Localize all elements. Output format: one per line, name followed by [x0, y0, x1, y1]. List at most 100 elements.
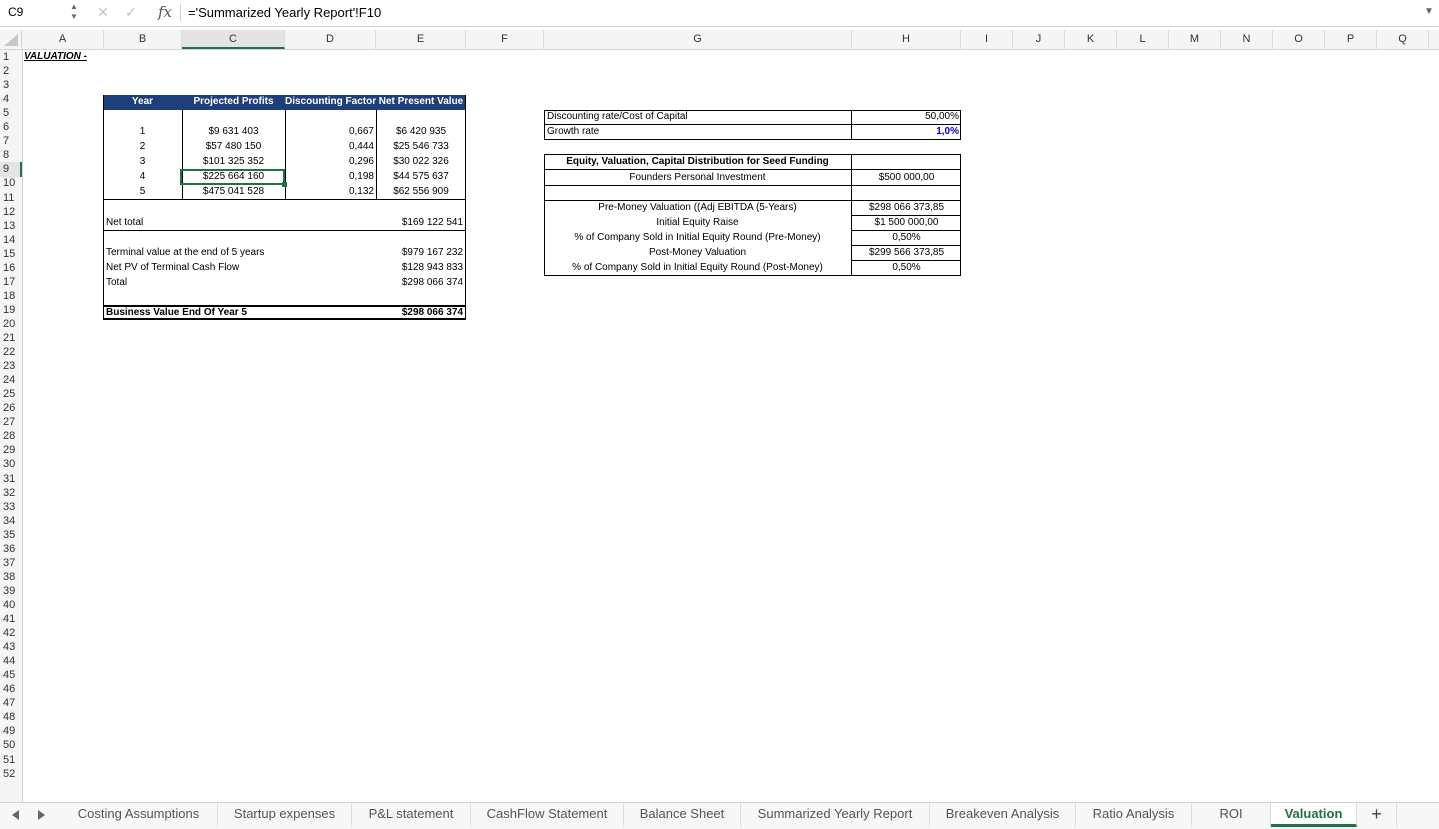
column-header[interactable]: K: [1065, 30, 1117, 49]
row-header[interactable]: 10: [0, 176, 22, 191]
profit-cell[interactable]: $475 041 528: [182, 185, 285, 199]
row-header[interactable]: 9: [0, 162, 22, 178]
row-header[interactable]: 24: [0, 373, 22, 388]
factor-cell[interactable]: 0,667: [285, 125, 374, 139]
row-header[interactable]: 20: [0, 317, 22, 332]
fill-handle[interactable]: [282, 182, 287, 187]
tab-breakeven-analysis[interactable]: Breakeven Analysis: [930, 803, 1076, 827]
row-header[interactable]: 1: [0, 50, 22, 65]
row-header[interactable]: 43: [0, 640, 22, 655]
row-header[interactable]: 7: [0, 134, 22, 149]
tab-balance-sheet[interactable]: Balance Sheet: [624, 803, 741, 827]
row-header[interactable]: 44: [0, 654, 22, 669]
row-header[interactable]: 26: [0, 401, 22, 416]
column-header[interactable]: J: [1013, 30, 1065, 49]
tab-roi[interactable]: ROI: [1192, 803, 1271, 827]
row-header[interactable]: 32: [0, 486, 22, 501]
row-header[interactable]: 36: [0, 542, 22, 557]
equity-item-value[interactable]: $299 566 373,85: [852, 246, 961, 260]
factor-cell[interactable]: 0,296: [285, 155, 374, 169]
discount-rate-value[interactable]: 50,00%: [852, 110, 959, 124]
profit-cell[interactable]: $9 631 403: [182, 125, 285, 139]
tab-startup-expenses[interactable]: Startup expenses: [218, 803, 352, 827]
row-header[interactable]: 42: [0, 626, 22, 641]
function-icon[interactable]: fx: [158, 3, 172, 21]
tab-cashflow-statement[interactable]: CashFlow Statement: [471, 803, 624, 827]
equity-item-value[interactable]: 0,50%: [852, 261, 961, 275]
row-header[interactable]: 18: [0, 289, 22, 304]
year-cell[interactable]: 3: [103, 155, 182, 169]
row-header[interactable]: 52: [0, 767, 22, 782]
tab-ratio-analysis[interactable]: Ratio Analysis: [1076, 803, 1192, 827]
npv-cell[interactable]: $6 420 935: [376, 125, 466, 139]
row-header[interactable]: 13: [0, 219, 22, 234]
year-cell[interactable]: 2: [103, 140, 182, 154]
tab-scroll-right-icon[interactable]: [38, 810, 45, 820]
total-value[interactable]: $298 066 374: [376, 276, 463, 290]
equity-item-value[interactable]: $1 500 000,00: [852, 216, 961, 230]
terminal-value[interactable]: $979 167 232: [376, 246, 463, 260]
cancel-icon[interactable]: ✕: [97, 4, 109, 21]
row-header[interactable]: 38: [0, 570, 22, 585]
row-header[interactable]: 51: [0, 753, 22, 768]
net-pv-value[interactable]: $128 943 833: [376, 261, 463, 275]
column-header[interactable]: B: [104, 30, 182, 49]
factor-cell[interactable]: 0,444: [285, 140, 374, 154]
row-header[interactable]: 48: [0, 710, 22, 725]
column-header[interactable]: I: [961, 30, 1013, 49]
tab-valuation[interactable]: Valuation: [1271, 803, 1357, 827]
business-value-value[interactable]: $298 066 374: [376, 306, 463, 320]
equity-item-value[interactable]: $298 066 373,85: [852, 201, 961, 215]
profit-cell[interactable]: $101 325 352: [182, 155, 285, 169]
row-header[interactable]: 2: [0, 64, 22, 79]
factor-cell[interactable]: 0,132: [285, 185, 374, 199]
row-header[interactable]: 37: [0, 556, 22, 571]
row-header[interactable]: 27: [0, 415, 22, 430]
column-header[interactable]: O: [1273, 30, 1325, 49]
row-header[interactable]: 15: [0, 247, 22, 262]
equity-item-value[interactable]: 0,50%: [852, 231, 961, 245]
column-header[interactable]: N: [1221, 30, 1273, 49]
row-header[interactable]: 41: [0, 612, 22, 627]
confirm-icon[interactable]: ✓: [125, 4, 137, 21]
row-header[interactable]: 31: [0, 472, 22, 487]
row-header[interactable]: 17: [0, 275, 22, 290]
npv-cell[interactable]: $62 556 909: [376, 185, 466, 199]
year-cell[interactable]: 1: [103, 125, 182, 139]
column-header[interactable]: P: [1325, 30, 1377, 49]
row-header[interactable]: 12: [0, 205, 22, 220]
formula-input[interactable]: ='Summarized Yearly Report'!F10: [188, 5, 381, 20]
row-header[interactable]: 22: [0, 345, 22, 360]
row-header[interactable]: 47: [0, 696, 22, 711]
row-header[interactable]: 45: [0, 668, 22, 683]
row-header[interactable]: 11: [0, 191, 22, 206]
row-header[interactable]: 40: [0, 598, 22, 613]
name-box[interactable]: C9: [8, 5, 23, 19]
row-header[interactable]: 25: [0, 387, 22, 402]
profit-cell[interactable]: $57 480 150: [182, 140, 285, 154]
row-header[interactable]: 4: [0, 92, 22, 107]
founders-value[interactable]: $500 000,00: [852, 171, 961, 185]
row-header[interactable]: 19: [0, 303, 22, 318]
row-header[interactable]: 16: [0, 261, 22, 276]
row-header[interactable]: 23: [0, 359, 22, 374]
column-header[interactable]: M: [1169, 30, 1221, 49]
row-header[interactable]: 6: [0, 120, 22, 135]
row-header[interactable]: 21: [0, 331, 22, 346]
column-header[interactable]: C: [182, 30, 285, 49]
row-header[interactable]: 30: [0, 457, 22, 472]
row-header[interactable]: 29: [0, 443, 22, 458]
npv-cell[interactable]: $30 022 326: [376, 155, 466, 169]
expand-formula-icon[interactable]: ▼: [1424, 6, 1434, 17]
add-sheet-button[interactable]: +: [1357, 803, 1397, 827]
row-header[interactable]: 39: [0, 584, 22, 599]
growth-rate-value[interactable]: 1,0%: [852, 125, 959, 139]
year-cell[interactable]: 5: [103, 185, 182, 199]
column-header[interactable]: E: [376, 30, 466, 49]
row-header[interactable]: 46: [0, 682, 22, 697]
name-box-arrows-icon[interactable]: ▲ ▼: [70, 2, 78, 22]
column-header[interactable]: A: [22, 30, 104, 49]
column-header[interactable]: Q: [1377, 30, 1429, 49]
row-header[interactable]: 14: [0, 233, 22, 248]
column-header[interactable]: H: [852, 30, 961, 49]
